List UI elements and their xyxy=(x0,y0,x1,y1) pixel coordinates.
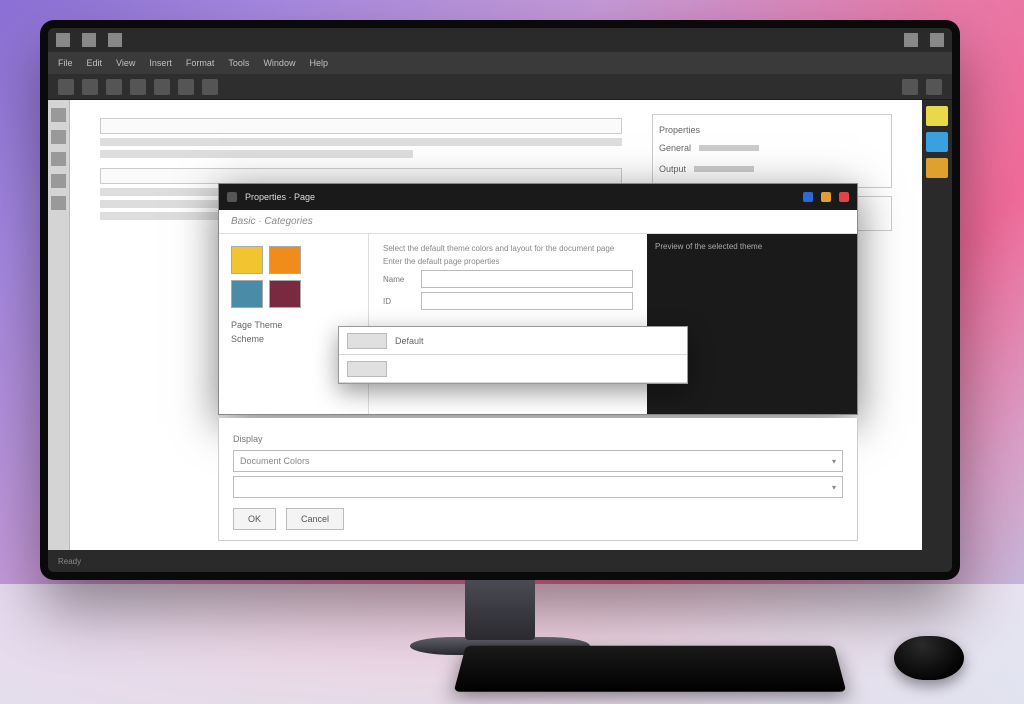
toolbar-button[interactable] xyxy=(130,79,146,95)
dialog-lower-pane: Display Document Colors ▾ ▾ OK Cancel xyxy=(218,418,858,541)
toolbar-button[interactable] xyxy=(178,79,194,95)
dialog-title: Properties · Page xyxy=(245,192,315,202)
dropdown-item-label: Default xyxy=(395,336,424,346)
app-menubar: File Edit View Insert Format Tools Windo… xyxy=(48,52,952,74)
dropdown-item[interactable]: Default xyxy=(339,327,687,355)
color-swatch[interactable] xyxy=(269,280,301,308)
side-item-label: Output xyxy=(659,164,686,174)
monitor-frame: File Edit View Insert Format Tools Windo… xyxy=(40,20,960,580)
dropdown-list[interactable]: Default xyxy=(338,326,688,384)
menu-view[interactable]: View xyxy=(116,58,135,68)
display-colors-select[interactable]: Document Colors ▾ xyxy=(233,450,843,472)
menu-help[interactable]: Help xyxy=(309,58,328,68)
toolbar-button[interactable] xyxy=(106,79,122,95)
left-tool-rail xyxy=(48,100,70,550)
menu-tools[interactable]: Tools xyxy=(228,58,249,68)
color-swatch[interactable] xyxy=(231,246,263,274)
ok-button[interactable]: OK xyxy=(233,508,276,530)
app-toolbar xyxy=(48,74,952,100)
cancel-button[interactable]: Cancel xyxy=(286,508,344,530)
dialog-left-pane: Page Theme Scheme xyxy=(219,234,369,414)
dialog-hint: Enter the default page properties xyxy=(383,257,633,266)
display-secondary-select[interactable]: ▾ xyxy=(233,476,843,498)
dialog-preview-pane: Preview of the selected theme xyxy=(647,234,857,414)
accent-tab[interactable] xyxy=(926,106,948,126)
rail-tool[interactable] xyxy=(51,130,66,144)
doc-input-field[interactable] xyxy=(100,168,622,184)
titlebar-button[interactable] xyxy=(839,192,849,202)
right-accent-rail xyxy=(922,100,952,550)
accent-tab[interactable] xyxy=(926,158,948,178)
tray-icon[interactable] xyxy=(904,33,918,47)
name-input[interactable] xyxy=(421,270,633,288)
physical-mouse xyxy=(894,636,964,680)
rail-tool[interactable] xyxy=(51,174,66,188)
dialog-subtitle: Basic · Categories xyxy=(231,216,313,227)
color-swatch[interactable] xyxy=(231,280,263,308)
dialog-titlebar[interactable]: Properties · Page xyxy=(219,184,857,210)
doc-input-field[interactable] xyxy=(100,118,622,134)
toolbar-button[interactable] xyxy=(926,79,942,95)
id-input[interactable] xyxy=(421,292,633,310)
dialog-subtitle-row: Basic · Categories xyxy=(219,210,857,234)
tray-icon[interactable] xyxy=(930,33,944,47)
field-label-name: Name xyxy=(383,275,415,284)
doc-text-line xyxy=(100,138,622,146)
cancel-button-label: Cancel xyxy=(301,514,329,524)
menu-insert[interactable]: Insert xyxy=(149,58,172,68)
side-heading: Properties xyxy=(659,125,885,135)
dropdown-item[interactable] xyxy=(339,355,687,383)
accent-tab[interactable] xyxy=(926,132,948,152)
doc-text-line xyxy=(100,150,413,158)
toolbar-button[interactable] xyxy=(58,79,74,95)
menu-file[interactable]: File xyxy=(58,58,73,68)
physical-keyboard xyxy=(454,646,847,692)
select-value: Document Colors xyxy=(240,456,310,466)
start-icon[interactable] xyxy=(56,33,70,47)
color-swatch-grid xyxy=(231,246,356,308)
os-taskbar[interactable] xyxy=(48,28,952,52)
dialog-middle-pane: Select the default theme colors and layo… xyxy=(369,234,647,414)
side-value xyxy=(694,166,754,172)
toolbar-button[interactable] xyxy=(202,79,218,95)
rail-tool[interactable] xyxy=(51,108,66,122)
menu-window[interactable]: Window xyxy=(263,58,295,68)
toolbar-button[interactable] xyxy=(902,79,918,95)
color-swatch[interactable] xyxy=(269,246,301,274)
toolbar-button[interactable] xyxy=(82,79,98,95)
dropdown-chip xyxy=(347,361,387,377)
status-text: Ready xyxy=(58,557,81,566)
preview-label: Preview of the selected theme xyxy=(655,242,762,251)
dialog-description: Select the default theme colors and layo… xyxy=(383,244,633,253)
lower-section-label: Display xyxy=(233,434,843,444)
side-value xyxy=(699,145,759,151)
status-bar: Ready xyxy=(48,550,952,572)
menu-edit[interactable]: Edit xyxy=(87,58,103,68)
window-icon xyxy=(227,192,237,202)
screen: File Edit View Insert Format Tools Windo… xyxy=(48,28,952,572)
field-label-id: ID xyxy=(383,297,415,306)
taskbar-app-icon[interactable] xyxy=(108,33,122,47)
side-panel-box: Properties General Output xyxy=(652,114,892,188)
chevron-down-icon: ▾ xyxy=(832,483,836,492)
toolbar-button[interactable] xyxy=(154,79,170,95)
titlebar-button[interactable] xyxy=(803,192,813,202)
menu-format[interactable]: Format xyxy=(186,58,215,68)
taskbar-app-icon[interactable] xyxy=(82,33,96,47)
ok-button-label: OK xyxy=(248,514,261,524)
chevron-down-icon: ▾ xyxy=(832,457,836,466)
side-item-label: General xyxy=(659,143,691,153)
titlebar-button[interactable] xyxy=(821,192,831,202)
rail-tool[interactable] xyxy=(51,196,66,210)
dropdown-chip xyxy=(347,333,387,349)
rail-tool[interactable] xyxy=(51,152,66,166)
